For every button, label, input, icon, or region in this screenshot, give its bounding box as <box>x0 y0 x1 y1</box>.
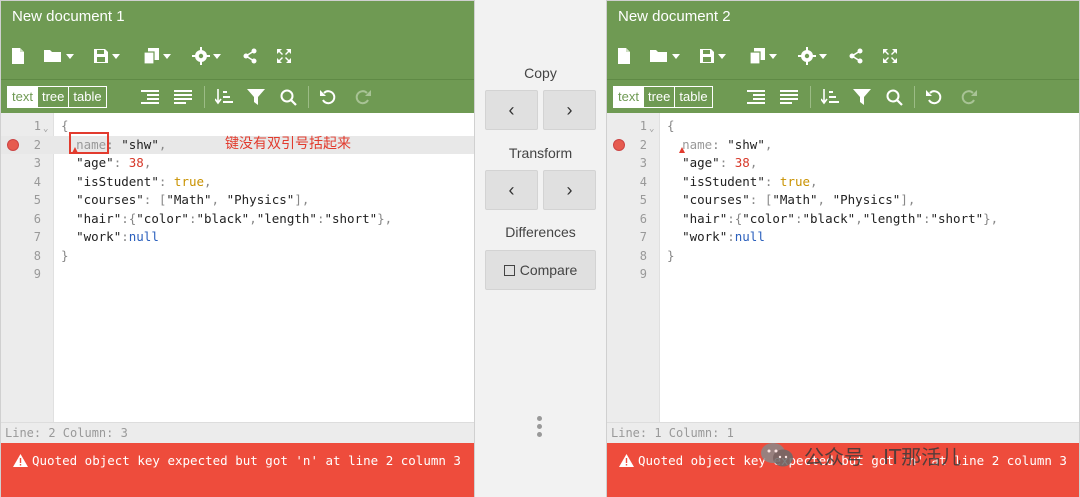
format-icon[interactable] <box>139 87 161 107</box>
search-icon[interactable] <box>277 87 299 107</box>
copy-label: Copy <box>524 65 557 81</box>
compare-button[interactable]: Compare <box>485 250 596 290</box>
copy-left-button[interactable]: ‹ <box>485 90 538 130</box>
share-icon[interactable] <box>848 45 864 67</box>
code-line: 3 "age": 38, <box>33 155 152 170</box>
left-menu-bar <box>1 33 474 79</box>
new-document-icon[interactable] <box>617 45 631 67</box>
chevron-left-icon: ‹ <box>508 99 515 120</box>
chevron-right-icon: › <box>566 179 573 200</box>
transform-label: Transform <box>508 145 573 161</box>
middle-control-panel: Copy ‹ › Transform ‹ › Differences Compa… <box>475 0 606 497</box>
warning-icon <box>13 454 28 471</box>
transform-right-button[interactable]: › <box>543 170 596 210</box>
chevron-left-icon: ‹ <box>508 179 515 200</box>
code-line: 6 "hair":{"color":"black","length":"shor… <box>33 210 393 226</box>
watermark: 公众号 · IT那活儿 <box>760 440 961 470</box>
code-line: 4 "isStudent": true, <box>639 173 818 189</box>
right-document-title[interactable]: New document 2 <box>607 1 1079 33</box>
fullscreen-icon[interactable] <box>276 45 292 67</box>
chevron-right-icon: › <box>566 99 573 120</box>
code-line-error: 2 name: "shw", <box>607 136 1079 155</box>
filter-icon[interactable] <box>851 87 873 107</box>
code-line: 1 ⌄ { <box>639 118 675 134</box>
differences-label: Differences <box>505 224 576 240</box>
mode-table-button[interactable]: table <box>675 87 711 107</box>
filter-icon[interactable] <box>245 87 267 107</box>
sort-icon[interactable] <box>819 87 841 107</box>
annotation-note: 键没有双引号括起来 <box>225 136 351 152</box>
redo-icon[interactable] <box>351 87 373 107</box>
code-line: 7 "work":null <box>33 229 159 244</box>
mode-text-button[interactable]: text <box>8 87 38 107</box>
right-menu-bar <box>607 33 1079 79</box>
open-folder-icon[interactable] <box>43 45 74 67</box>
search-icon[interactable] <box>883 87 905 107</box>
transform-left-button[interactable]: ‹ <box>485 170 538 210</box>
share-icon[interactable] <box>242 45 258 67</box>
mode-tree-button[interactable]: tree <box>644 87 676 107</box>
left-toolbar: text tree table <box>1 79 474 113</box>
save-icon[interactable] <box>699 45 726 67</box>
code-line: 7 "work":null <box>639 229 765 244</box>
undo-icon[interactable] <box>317 87 339 107</box>
left-document-title[interactable]: New document 1 <box>1 1 474 33</box>
left-error-message: Quoted object key expected but got 'n' a… <box>1 443 474 497</box>
error-caret-marker <box>679 147 685 153</box>
code-line: 8 } <box>639 247 675 263</box>
settings-gear-icon[interactable] <box>798 45 827 67</box>
sort-icon[interactable] <box>213 87 235 107</box>
left-editor-panel: New document 1 text tree table 1 ⌄ {2 n… <box>0 0 475 497</box>
fullscreen-icon[interactable] <box>882 45 898 67</box>
code-line: 6 "hair":{"color":"black","length":"shor… <box>639 210 999 226</box>
mode-text-button[interactable]: text <box>614 87 644 107</box>
copy-document-icon[interactable] <box>749 45 777 67</box>
code-line: 9 <box>33 267 41 281</box>
compare-checkbox-icon <box>503 264 515 276</box>
code-line: 5 "courses": ["Math", "Physics"], <box>33 192 310 207</box>
mode-table-button[interactable]: table <box>69 87 105 107</box>
code-line: 5 "courses": ["Math", "Physics"], <box>639 192 916 207</box>
new-document-icon[interactable] <box>11 45 25 67</box>
right-editor-panel: New document 2 text tree table 1 ⌄ {2 n… <box>606 0 1080 497</box>
warning-icon <box>619 454 634 471</box>
resize-handle-dots-icon[interactable] <box>537 416 543 440</box>
left-code-editor[interactable]: 1 ⌄ { 2 name: "shw", 3 "age": 38, 4 "isSt… <box>1 113 474 422</box>
settings-gear-icon[interactable] <box>192 45 221 67</box>
redo-icon[interactable] <box>957 87 979 107</box>
copy-document-icon[interactable] <box>143 45 171 67</box>
copy-right-button[interactable]: › <box>543 90 596 130</box>
error-caret-marker <box>72 147 78 153</box>
compact-icon[interactable] <box>778 87 800 107</box>
right-toolbar: text tree table <box>607 79 1079 113</box>
code-line: 8 } <box>33 247 69 263</box>
mode-switcher: text tree table <box>7 86 107 108</box>
code-line: 9 <box>639 267 647 281</box>
left-status-bar: Line: 2 Column: 3 <box>1 422 474 443</box>
wechat-logo-icon <box>760 442 794 468</box>
format-icon[interactable] <box>745 87 767 107</box>
mode-tree-button[interactable]: tree <box>38 87 70 107</box>
right-code-editor[interactable]: 1 ⌄ { 2 name: "shw", 3 "age": 38, 4 "isSt… <box>607 113 1079 422</box>
save-icon[interactable] <box>93 45 120 67</box>
undo-icon[interactable] <box>923 87 945 107</box>
compact-icon[interactable] <box>172 87 194 107</box>
mode-switcher: text tree table <box>613 86 713 108</box>
code-line: 4 "isStudent": true, <box>33 173 212 189</box>
open-folder-icon[interactable] <box>649 45 680 67</box>
code-line: 3 "age": 38, <box>639 155 758 170</box>
